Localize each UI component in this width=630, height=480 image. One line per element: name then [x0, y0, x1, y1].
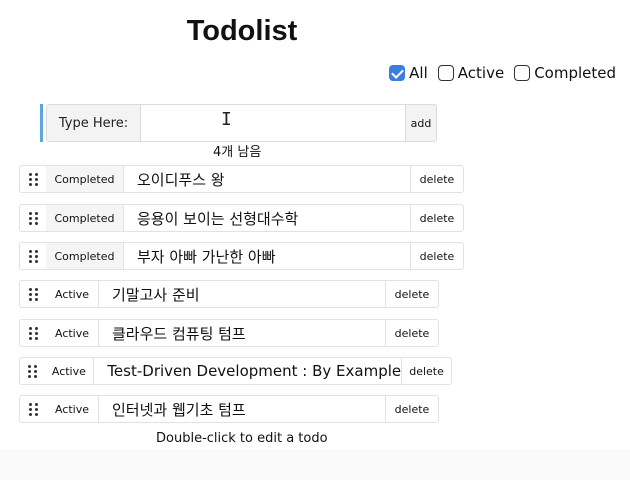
todo-text[interactable]: 응용이 보이는 선형대수학 [124, 205, 410, 231]
page-title: Todolist [186, 15, 298, 47]
todo-text[interactable]: 클라우드 컴퓨팅 텀프 [99, 320, 385, 346]
drag-handle-icon[interactable] [20, 243, 46, 269]
todo-status-button[interactable]: Active [46, 396, 99, 422]
todo-item: Active Test-Driven Development : By Exam… [19, 357, 452, 385]
delete-button[interactable]: delete [385, 396, 438, 422]
delete-button[interactable]: delete [410, 166, 463, 192]
delete-button[interactable]: delete [385, 281, 438, 307]
todo-item: Active 기말고사 준비 delete [19, 280, 439, 308]
new-todo-input[interactable]: I [141, 104, 405, 142]
todo-item: Completed 응용이 보이는 선형대수학 delete [19, 204, 464, 232]
add-button[interactable]: add [405, 104, 437, 142]
todo-status-button[interactable]: Completed [46, 166, 124, 192]
todo-text[interactable]: Test-Driven Development : By Example [94, 358, 401, 384]
todo-text[interactable]: 기말고사 준비 [99, 281, 385, 307]
drag-handle-icon[interactable] [20, 396, 46, 422]
todo-item: Completed 오이디푸스 왕 delete [19, 165, 464, 193]
page-background-strip [0, 450, 630, 480]
todo-status-button[interactable]: Completed [46, 243, 124, 269]
todo-text[interactable]: 오이디푸스 왕 [124, 166, 410, 192]
drag-handle-icon[interactable] [20, 358, 44, 384]
todo-item: Active 인터넷과 웹기초 텀프 delete [19, 395, 439, 423]
todo-status-button[interactable]: Active [46, 281, 99, 307]
new-todo-input-group: Type Here: I add [40, 104, 437, 142]
todo-status-button[interactable]: Active [44, 358, 95, 384]
drag-handle-icon[interactable] [20, 320, 46, 346]
filter-all-checkbox[interactable] [389, 65, 406, 81]
filter-active[interactable]: Active [437, 64, 505, 82]
filter-active-checkbox[interactable] [437, 65, 454, 81]
drag-handle-icon[interactable] [20, 166, 46, 192]
filter-all[interactable]: All [389, 64, 428, 82]
filter-completed[interactable]: Completed [514, 64, 616, 82]
todo-text[interactable]: 부자 아빠 가난한 아빠 [124, 243, 410, 269]
filter-completed-checkbox[interactable] [514, 65, 531, 81]
delete-button[interactable]: delete [401, 358, 451, 384]
input-prefix-label: Type Here: [46, 104, 141, 142]
todo-item: Active 클라우드 컴퓨팅 텀프 delete [19, 319, 439, 347]
delete-button[interactable]: delete [385, 320, 438, 346]
delete-button[interactable]: delete [410, 243, 463, 269]
text-cursor-icon: I [221, 109, 232, 130]
todo-text[interactable]: 인터넷과 웹기초 텀프 [99, 396, 385, 422]
filter-all-label: All [409, 64, 428, 82]
filter-completed-label: Completed [534, 64, 616, 82]
filter-active-label: Active [457, 64, 505, 82]
filter-group: All Active Completed [379, 64, 616, 82]
delete-button[interactable]: delete [410, 205, 463, 231]
todo-status-button[interactable]: Active [46, 320, 99, 346]
todo-item: Completed 부자 아빠 가난한 아빠 delete [19, 242, 464, 270]
drag-handle-icon[interactable] [20, 281, 46, 307]
todo-status-button[interactable]: Completed [46, 205, 124, 231]
remaining-count: 4개 남음 [213, 145, 262, 160]
edit-hint: Double-click to edit a todo [156, 431, 328, 446]
drag-handle-icon[interactable] [20, 205, 46, 231]
